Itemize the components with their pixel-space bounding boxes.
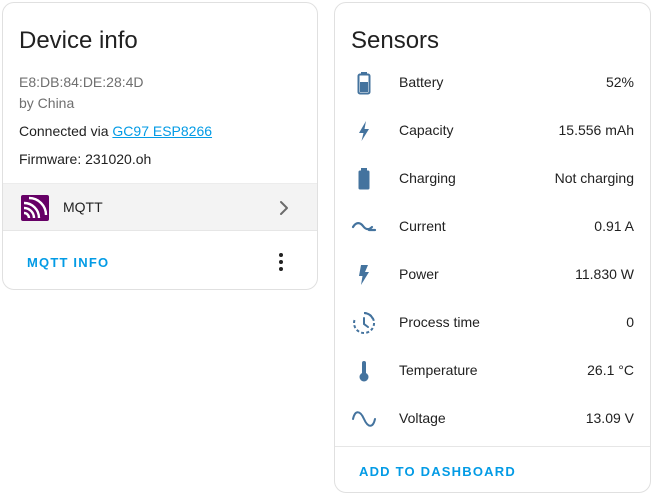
sensor-value: Not charging	[554, 170, 634, 186]
sensor-label: Power	[399, 266, 439, 282]
connected-via-text: Connected via	[19, 123, 113, 139]
connected-device-link[interactable]: GC97 ESP8266	[112, 123, 212, 139]
sensor-label: Voltage	[399, 410, 446, 426]
sensor-value: 52%	[605, 74, 634, 90]
mqtt-logo-icon	[21, 195, 49, 221]
integration-row-mqtt[interactable]: MQTT	[3, 183, 317, 231]
device-info-title: Device info	[19, 27, 138, 54]
sensor-row-current[interactable]: Current 0.91 A	[335, 203, 650, 251]
connected-via-line: Connected via GC97 ESP8266	[19, 122, 212, 140]
sensor-row-temperature[interactable]: Temperature 26.1 °C	[335, 347, 650, 395]
mqtt-info-button[interactable]: MQTT INFO	[27, 255, 109, 270]
device-mac-address: E8:DB:84:DE:28:4D	[19, 74, 144, 90]
integration-label: MQTT	[63, 199, 103, 215]
card-actions-divider	[335, 446, 650, 447]
sensors-title: Sensors	[351, 27, 440, 54]
battery-icon	[358, 168, 370, 190]
more-options-icon[interactable]	[271, 251, 291, 273]
flash-icon	[359, 265, 369, 285]
sensor-row-power[interactable]: Power 11.830 W	[335, 251, 650, 299]
add-to-dashboard-button[interactable]: ADD TO DASHBOARD	[359, 464, 516, 479]
sensor-row-battery[interactable]: Battery 52%	[335, 59, 650, 107]
battery-icon	[357, 72, 371, 95]
sensor-label: Temperature	[399, 362, 478, 378]
device-info-card: Device info E8:DB:84:DE:28:4D by China C…	[2, 2, 318, 290]
timer-icon	[353, 311, 376, 334]
thermometer-icon	[359, 361, 369, 382]
sensor-label: Capacity	[399, 122, 454, 138]
sensor-value: 0.91 A	[594, 218, 634, 234]
sensor-label: Current	[399, 218, 446, 234]
sensor-row-capacity[interactable]: Capacity 15.556 mAh	[335, 107, 650, 155]
firmware-line: Firmware: 231020.oh	[19, 151, 152, 167]
sensor-label: Process time	[399, 314, 480, 330]
sensor-row-voltage[interactable]: Voltage 13.09 V	[335, 395, 650, 443]
current-ac-icon	[351, 222, 377, 232]
sensor-row-process-time[interactable]: Process time 0	[335, 299, 650, 347]
sensors-card: Sensors Battery 52% Capacity 15.556 mAh …	[334, 2, 651, 493]
sensor-value: 0	[626, 314, 634, 330]
sine-wave-icon	[352, 411, 376, 427]
sensor-value: 15.556 mAh	[558, 122, 635, 138]
chevron-right-icon	[280, 201, 288, 215]
sensor-value: 26.1 °C	[587, 362, 634, 378]
sensor-label: Charging	[399, 170, 456, 186]
sensor-label: Battery	[399, 74, 444, 90]
lightning-bolt-icon	[359, 121, 369, 141]
sensor-value: 13.09 V	[585, 410, 634, 426]
sensor-row-charging[interactable]: Charging Not charging	[335, 155, 650, 203]
device-manufacturer: by China	[19, 95, 75, 111]
sensor-value: 11.830 W	[575, 266, 634, 282]
